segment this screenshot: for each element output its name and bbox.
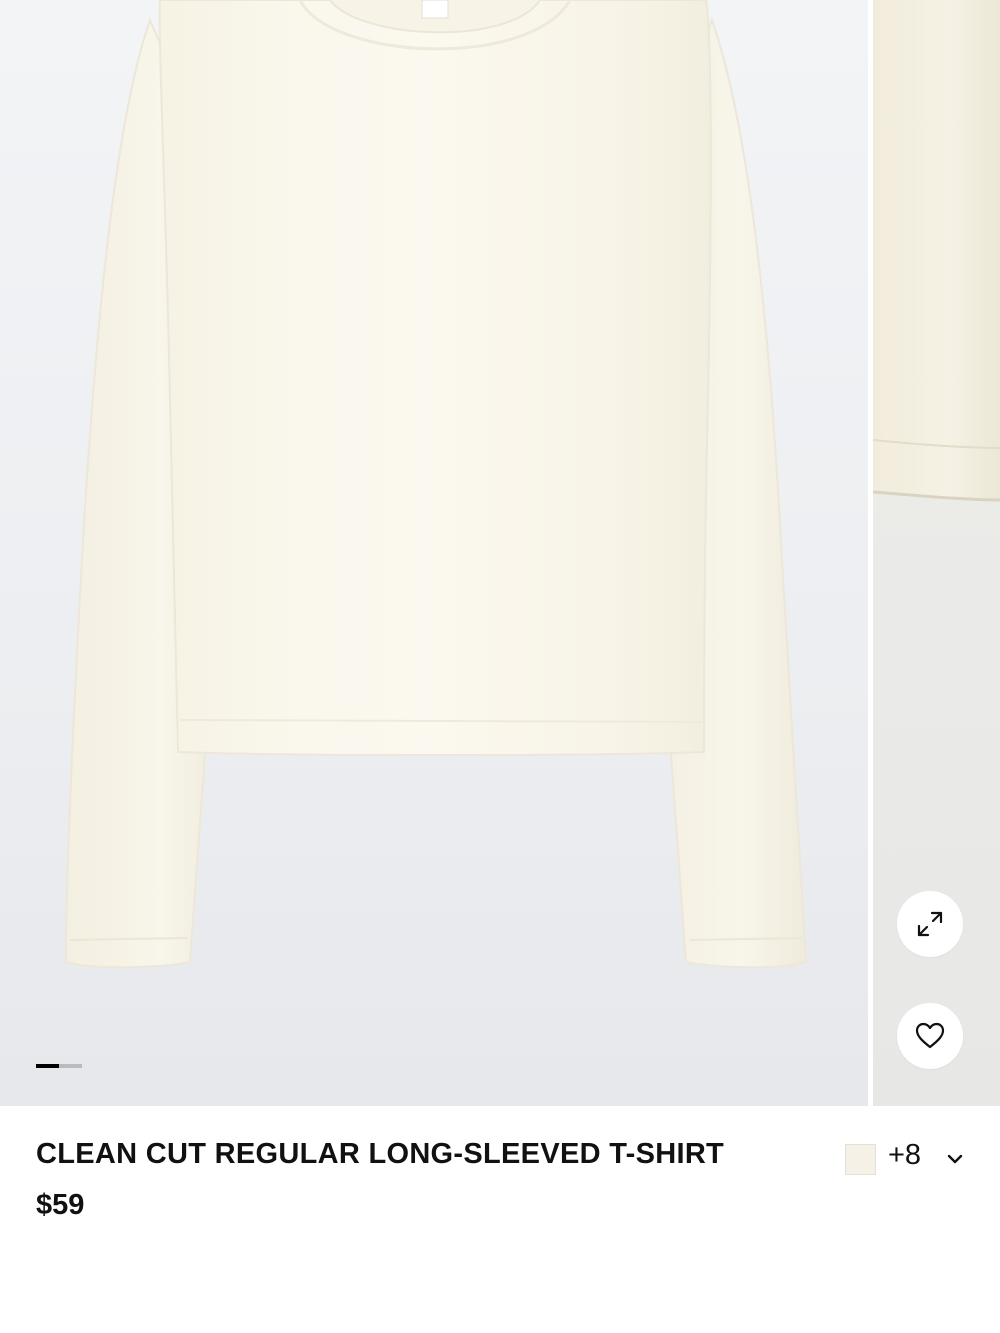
expand-image-button[interactable] <box>897 891 963 957</box>
product-image-gallery[interactable] <box>0 0 1000 1106</box>
chevron-down-icon[interactable] <box>945 1152 965 1166</box>
tshirt-image <box>64 0 808 969</box>
color-swatch[interactable] <box>845 1144 876 1175</box>
expand-icon <box>917 911 943 937</box>
image-progress-indicator <box>36 1064 82 1068</box>
image-progress-fill <box>36 1064 59 1068</box>
add-to-wishlist-button[interactable] <box>897 1003 963 1069</box>
product-price: $59 <box>36 1189 85 1221</box>
heart-icon <box>915 1022 945 1049</box>
product-title[interactable]: CLEAN CUT REGULAR LONG-SLEEVED T-SHIRT <box>36 1138 816 1171</box>
more-colors-count[interactable]: +8 <box>888 1139 921 1172</box>
product-image-main[interactable] <box>0 0 868 1106</box>
